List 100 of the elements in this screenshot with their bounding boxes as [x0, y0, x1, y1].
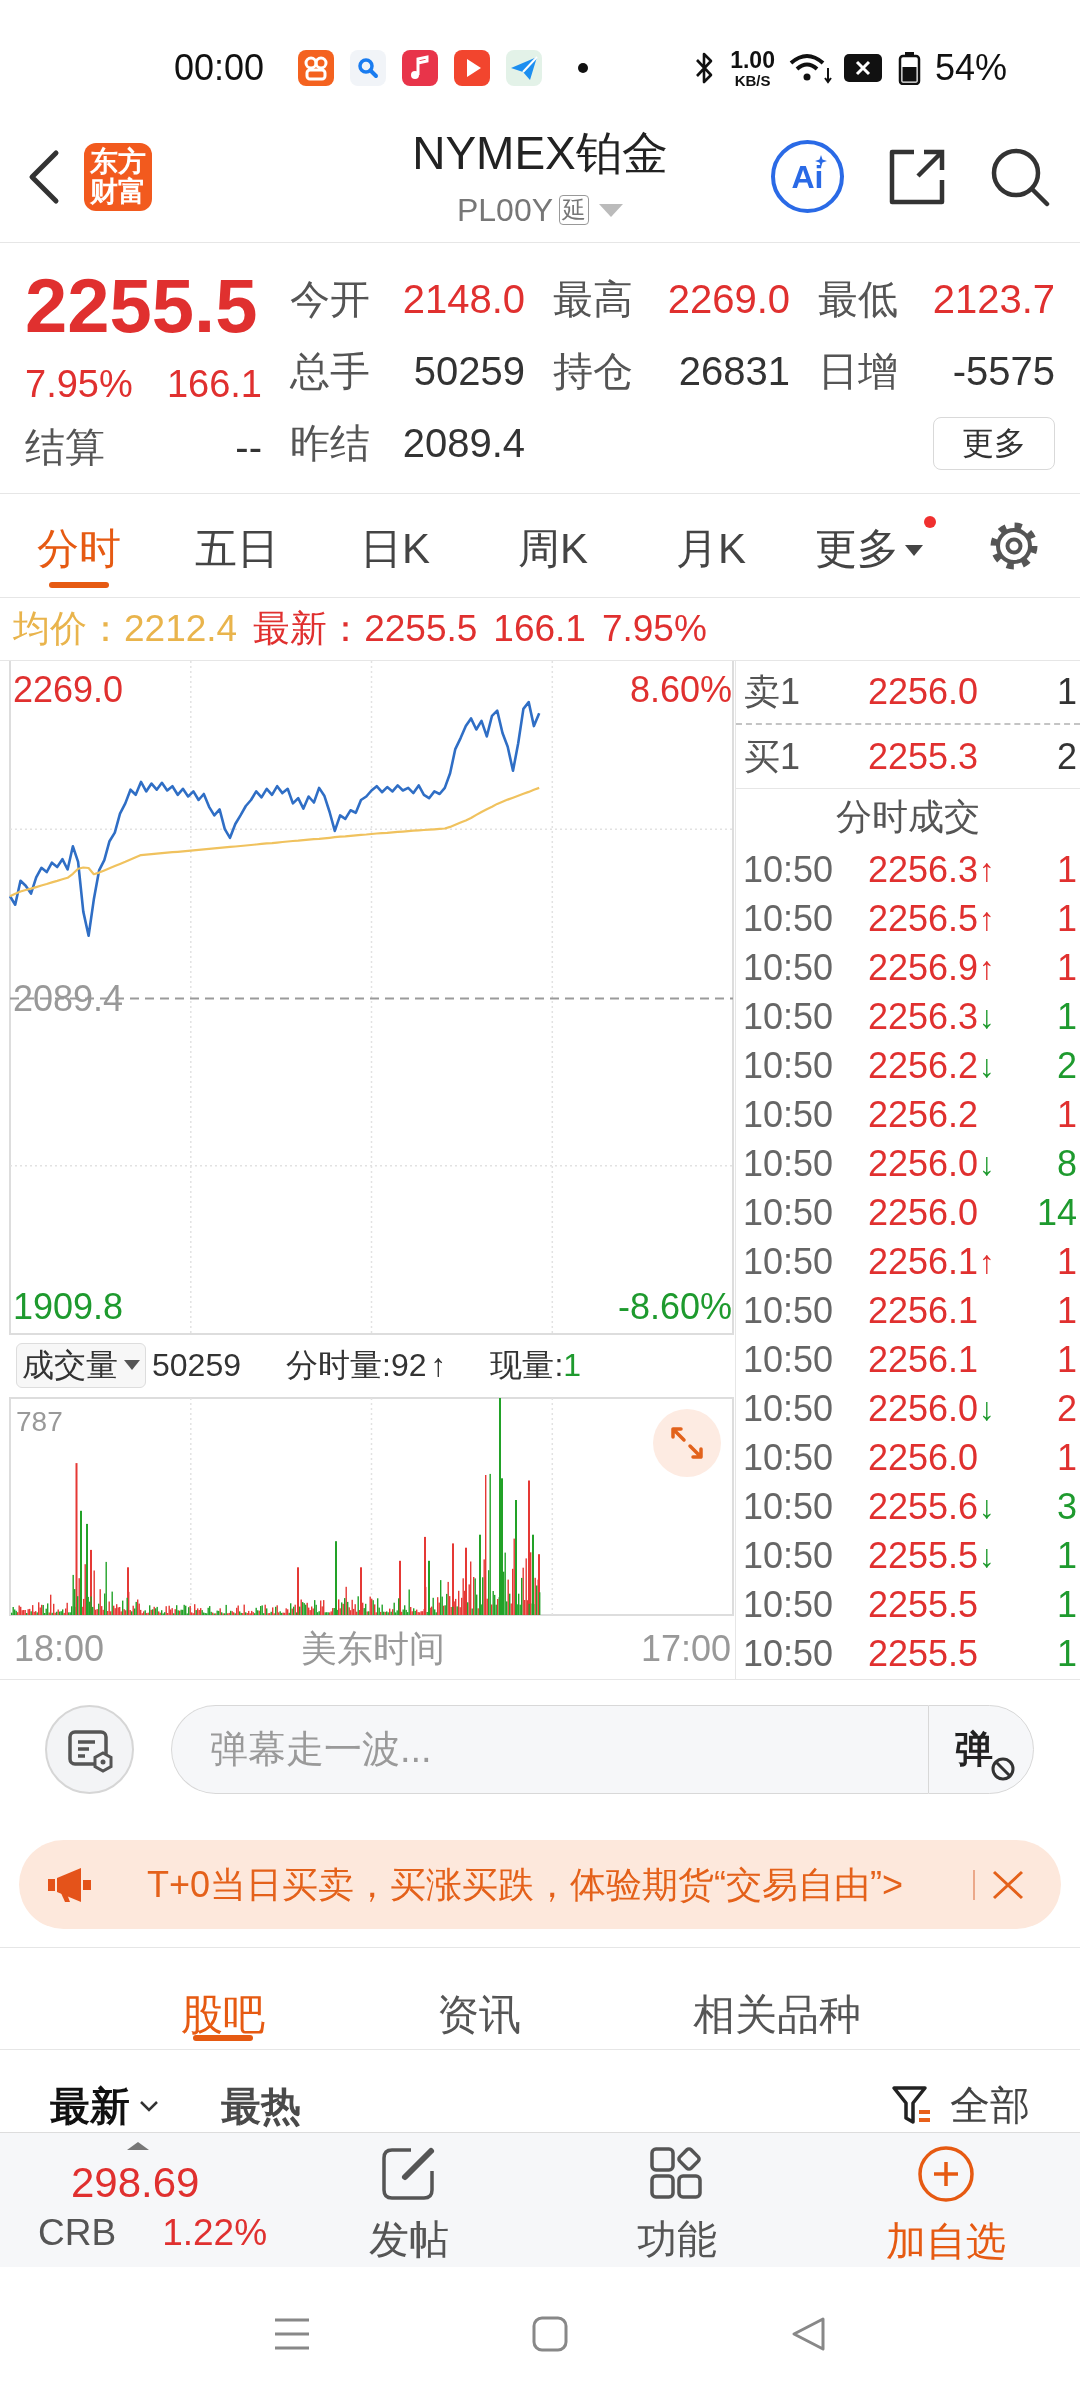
time-axis-label: 17:00	[640, 1626, 731, 1671]
stat-label: 最高	[553, 276, 633, 323]
volume-selector[interactable]: 成交量	[16, 1342, 146, 1388]
stat-value: 50259	[413, 348, 525, 395]
home-icon[interactable]	[532, 2315, 568, 2352]
latest-price: 最新：2255.5	[253, 607, 478, 652]
stat-label: 结算	[25, 424, 105, 471]
trade-volume: 1	[1056, 994, 1077, 1039]
volume-total: 50259	[152, 1346, 241, 1385]
trade-direction-arrow: ↓	[979, 997, 996, 1037]
current-volume-value: 1	[563, 1346, 582, 1385]
chart-tab[interactable]: 分时	[0, 494, 158, 597]
stock-title: NYMEX铂金	[412, 130, 668, 176]
ai-assistant-button[interactable]: Ai	[771, 140, 844, 213]
latest-change: 166.1	[493, 607, 586, 652]
menu-icon[interactable]	[273, 2316, 311, 2351]
stat-value: 2148.0	[402, 276, 525, 323]
chart-tab[interactable]: 月K	[632, 494, 790, 597]
expand-icon[interactable]	[653, 1409, 721, 1477]
circles-app-icon	[298, 50, 335, 86]
trade-time: 10:50	[743, 1631, 835, 1676]
trade-price: 2256.0	[868, 1190, 979, 1235]
average-price: 均价：2212.4	[13, 607, 238, 652]
caret-down-icon[interactable]	[599, 203, 624, 217]
battery-level: 54%	[934, 50, 1007, 86]
trade-volume: 1	[1056, 945, 1077, 990]
danmaku-toggle-button[interactable]: 弹	[928, 1705, 1034, 1794]
more-button[interactable]: 更多	[933, 416, 1055, 470]
trade-direction-arrow: ↓	[979, 1144, 996, 1184]
trade-direction-arrow: ↓	[979, 1487, 996, 1527]
order-volume: 1	[1056, 670, 1077, 714]
search-app-icon	[350, 50, 387, 86]
order-level-label: 买1	[744, 734, 802, 779]
stat-label: 最低	[818, 276, 898, 323]
stock-code: PL00Y	[456, 194, 554, 226]
trade-price: 2256.9	[868, 945, 979, 990]
plus-circle-icon	[916, 2145, 975, 2203]
percent-axis-label: -8.60%	[617, 1287, 732, 1327]
trade-direction-arrow: ↓	[979, 1536, 996, 1576]
sort-option[interactable]: 最热	[221, 2086, 301, 2126]
stat-label: 持仓	[553, 348, 633, 395]
volume-axis-label: 787	[16, 1407, 63, 1437]
sort-option[interactable]: 最新	[50, 2086, 159, 2126]
trade-direction-arrow: ↑	[979, 1242, 996, 1282]
paper-plane-app-icon	[506, 50, 543, 86]
share-icon[interactable]	[888, 147, 946, 206]
community-tab[interactable]: 股吧	[181, 1948, 265, 2049]
trade-time: 10:50	[743, 1435, 835, 1480]
order-level-label: 卖1	[744, 670, 802, 714]
trade-price: 2256.2	[868, 1092, 979, 1137]
bottom-action-button[interactable]: 功能	[543, 2133, 812, 2267]
trade-price: 2256.0	[868, 1435, 979, 1480]
trade-volume: 2	[1056, 1386, 1077, 1431]
close-icon[interactable]	[992, 1869, 1024, 1900]
stat-label: 昨结	[290, 420, 370, 467]
trade-direction-arrow: ↑	[979, 948, 996, 988]
trade-volume: 14	[1036, 1190, 1077, 1235]
music-note-app-icon	[402, 50, 439, 86]
search-icon[interactable]	[990, 146, 1050, 207]
document-gear-icon[interactable]	[45, 1705, 134, 1794]
trade-volume: 3	[1056, 1484, 1077, 1529]
trade-direction-arrow: ↓	[979, 1046, 996, 1086]
trade-price: 2255.5	[868, 1533, 979, 1578]
bottom-action-button[interactable]: 发帖	[275, 2133, 544, 2267]
trade-time: 10:50	[743, 1043, 835, 1088]
trade-price: 2256.3	[868, 847, 979, 892]
trade-volume: 1	[1056, 847, 1077, 892]
ban-icon	[991, 1757, 1015, 1781]
trade-time: 10:50	[743, 1533, 835, 1578]
community-tab[interactable]: 资讯	[437, 1948, 521, 2049]
change-percent: 7.95%	[25, 361, 133, 407]
stat-value: -5575	[952, 348, 1055, 395]
chart-tab[interactable]: 日K	[316, 494, 474, 597]
battery-icon	[897, 51, 921, 85]
community-tab[interactable]: 相关品种	[693, 1948, 861, 2049]
comment-input-field[interactable]: 弹幕走一波...	[171, 1705, 928, 1794]
index-value: 298.69	[71, 2161, 201, 2205]
order-price: 2256.0	[868, 670, 979, 714]
trade-time: 10:50	[743, 847, 835, 892]
megaphone-icon	[47, 1865, 93, 1904]
stat-label: 日增	[818, 348, 898, 395]
trade-time: 10:50	[743, 1582, 835, 1627]
chart-tab[interactable]: 五日	[158, 494, 316, 597]
caret-down-icon	[124, 1360, 140, 1370]
trade-time: 10:50	[743, 1190, 835, 1235]
trade-time: 10:50	[743, 945, 835, 990]
filter-button[interactable]: 全部	[891, 2084, 1030, 2126]
trade-volume: 1	[1056, 896, 1077, 941]
index-name: CRB	[38, 2213, 117, 2253]
chart-tab[interactable]: 周K	[474, 494, 632, 597]
latest-change-percent: 7.95%	[601, 607, 707, 652]
minute-volume: 分时量:92	[286, 1346, 427, 1385]
trade-time: 10:50	[743, 994, 835, 1039]
trade-time: 10:50	[743, 1386, 835, 1431]
trade-volume: 1	[1056, 1092, 1077, 1137]
trade-time: 10:50	[743, 1288, 835, 1333]
trade-price: 2256.2	[868, 1043, 979, 1088]
trade-volume: 1	[1056, 1239, 1077, 1284]
x-box-icon	[843, 54, 882, 82]
chart-tab[interactable]: 更多	[790, 494, 948, 597]
